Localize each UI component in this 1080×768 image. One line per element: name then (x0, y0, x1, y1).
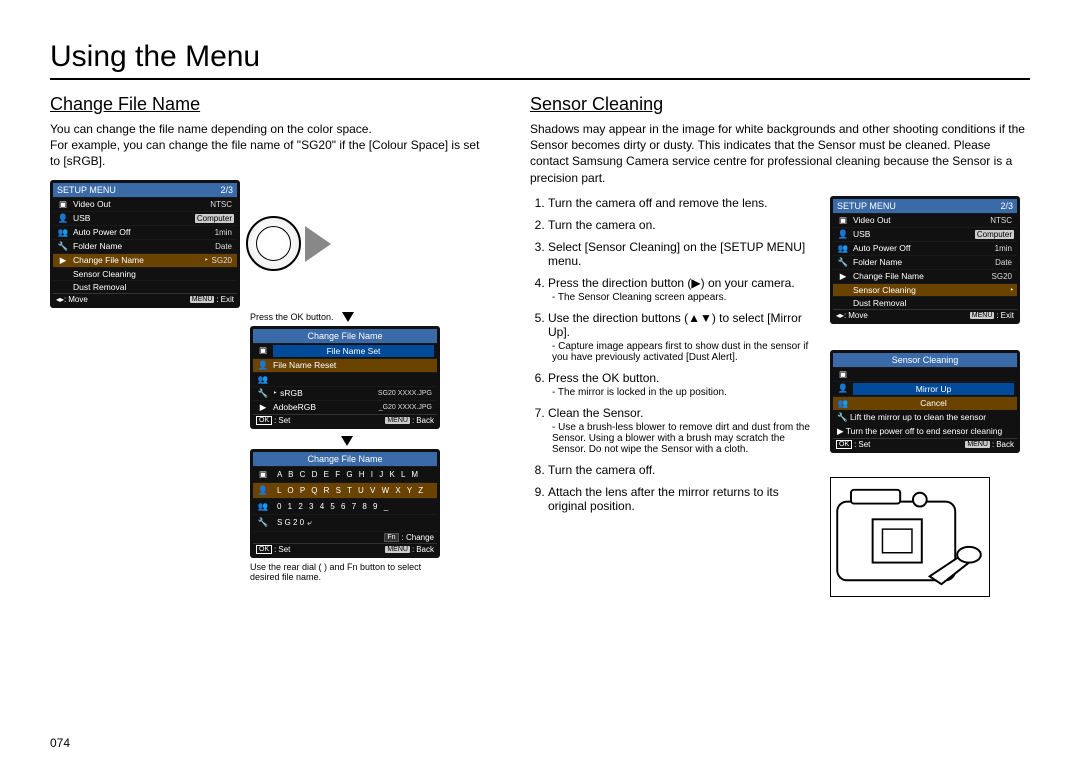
dial-caption: Use the rear dial ( ) and Fn button to s… (250, 562, 440, 584)
arrow-down-icon (341, 436, 353, 446)
page-number: 074 (50, 736, 70, 750)
section-title-change-file-name: Change File Name (50, 94, 490, 115)
section-title-sensor-cleaning: Sensor Cleaning (530, 94, 1030, 115)
rear-dial-icon (246, 216, 301, 271)
lcd-change-file-name-1: Change File Name ▣File Name Set 👤File Na… (250, 326, 440, 429)
press-ok-note: Press the OK button. (250, 312, 334, 322)
sc-intro: Shadows may appear in the image for whit… (530, 121, 1030, 186)
lcd-change-file-name-2: Change File Name ▣A B C D E F G H I J K … (250, 449, 440, 558)
lcd-setup-menu-left: SETUP MENU2/3 ▣Video OutNTSC 👤USBCompute… (50, 180, 240, 308)
lcd-setup-menu-right: SETUP MENU2/3 ▣Video OutNTSC 👤USBCompute… (830, 196, 1020, 324)
arrow-down-icon (342, 312, 354, 322)
page-title: Using the Menu (50, 40, 1030, 80)
cfn-intro: You can change the ﬁle name depending on… (50, 121, 490, 170)
camera-icon: ▣ (56, 199, 70, 210)
arrow-right-icon (305, 226, 331, 262)
lcd-sensor-cleaning: Sensor Cleaning ▣ 👤Mirror Up 👥Cancel 🔧 L… (830, 350, 1020, 453)
camera-cleaning-illustration (830, 477, 990, 597)
sensor-cleaning-steps: Turn the camera off and remove the lens.… (530, 196, 812, 513)
